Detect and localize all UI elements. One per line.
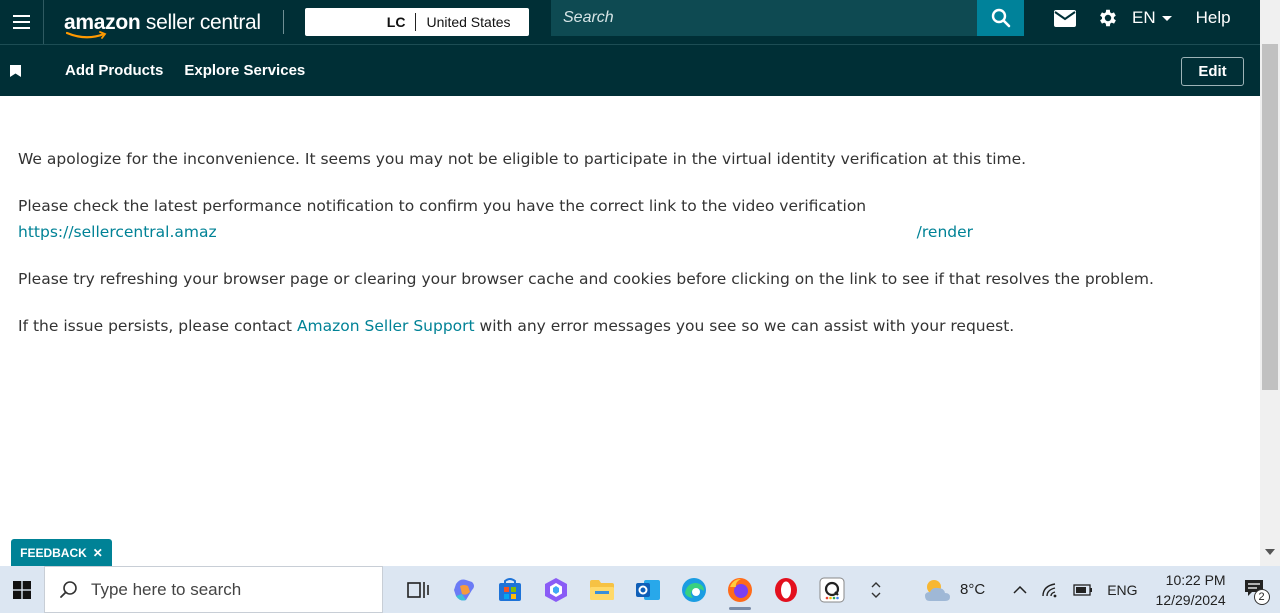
gear-icon: [1100, 9, 1116, 27]
outlook-app[interactable]: [625, 566, 671, 613]
notification-center-button[interactable]: 2: [1244, 579, 1270, 605]
settings-button[interactable]: [1096, 7, 1120, 29]
opera-icon: [775, 577, 797, 602]
edit-button[interactable]: Edit: [1181, 57, 1244, 86]
date-label: 12/29/2024: [1155, 591, 1226, 608]
scroll-down-arrow-icon[interactable]: [1265, 549, 1275, 555]
taskbar-pinned-apps: [395, 566, 855, 613]
check-notification-text: Please check the latest performance noti…: [18, 197, 867, 215]
temperature-label: 8°C: [960, 581, 986, 598]
input-language[interactable]: ENG: [1107, 582, 1137, 598]
redacted-url-section: [240, 219, 940, 245]
nav-explore-services[interactable]: Explore Services: [184, 62, 305, 79]
search-input[interactable]: [551, 0, 977, 36]
chevron-down-icon: [1161, 15, 1172, 21]
battery-button[interactable]: [1073, 583, 1093, 596]
q-app-icon: [819, 577, 845, 602]
show-hidden-icons-button[interactable]: [1013, 585, 1027, 594]
header-utilities: EN Help: [1052, 0, 1231, 36]
search-app[interactable]: [809, 566, 855, 613]
system-tray: 8°C ENG 10:22 PM 12/29/2024 2: [866, 566, 1270, 613]
nav-add-products[interactable]: Add Products: [65, 62, 163, 79]
edge-icon: [682, 577, 706, 602]
firefox-app[interactable]: [717, 566, 763, 613]
notification-count-badge: 2: [1253, 588, 1270, 605]
redacted-account-name: [305, 8, 377, 36]
main-content: We apologize for the inconvenience. It s…: [18, 146, 1248, 360]
amazon-smile-icon: [66, 30, 107, 39]
opera-app[interactable]: [763, 566, 809, 613]
verification-url-end[interactable]: /render: [917, 223, 973, 241]
logo-light-text: seller central: [140, 10, 261, 34]
header-divider: [282, 10, 284, 34]
scrollbar-thumb[interactable]: [1262, 44, 1278, 390]
start-button[interactable]: [0, 566, 44, 613]
network-button[interactable]: [1041, 582, 1059, 598]
weather-widget[interactable]: 8°C: [922, 577, 985, 603]
task-view-icon: [407, 581, 429, 598]
caret-up-icon: [1013, 585, 1027, 594]
windows-logo-icon: [13, 580, 31, 599]
mail-icon: [1054, 9, 1076, 27]
search-bar: [551, 0, 1024, 36]
taskbar-search-placeholder: Type here to search: [91, 579, 242, 599]
clock[interactable]: 10:22 PM 12/29/2024: [1156, 570, 1226, 610]
seller-central-logo[interactable]: amazon seller central: [64, 10, 261, 39]
messages-button[interactable]: [1052, 9, 1078, 27]
chevron-down-icon: [871, 592, 881, 598]
contact-text-before: If the issue persists, please contact: [18, 317, 297, 335]
outlook-icon: [636, 579, 660, 600]
partly-cloudy-icon: [925, 579, 950, 601]
seller-support-link[interactable]: Amazon Seller Support: [297, 317, 475, 335]
marketplace-label: United States: [426, 14, 511, 30]
firefox-icon: [728, 577, 752, 602]
contact-text-after: with any error messages you see so we ca…: [474, 317, 1015, 335]
taskbar-search-box[interactable]: Type here to search: [44, 566, 383, 613]
file-explorer-app[interactable]: [579, 566, 625, 613]
feedback-tab[interactable]: FEEDBACK ✕: [11, 539, 112, 566]
check-notification-message: Please check the latest performance noti…: [18, 193, 1248, 245]
windows-taskbar: Type here to search 8°C ENG 10:22 PM 12/…: [0, 566, 1280, 613]
time-label: 10:22 PM: [1165, 571, 1226, 588]
search-icon: [991, 8, 1010, 28]
battery-icon: [1073, 583, 1093, 596]
feedback-label: FEEDBACK: [20, 545, 87, 560]
search-button[interactable]: [977, 0, 1024, 36]
apology-message: We apologize for the inconvenience. It s…: [18, 150, 1027, 168]
contact-support-message: If the issue persists, please contact Am…: [18, 313, 1248, 339]
quick-nav-bar: Add Products Explore Services Edit: [0, 44, 1260, 96]
refresh-advice-message: Please try refreshing your browser page …: [18, 270, 1154, 288]
verification-url[interactable]: https://sellercentral.amaz/render: [18, 219, 973, 245]
account-code: LC: [386, 14, 406, 30]
wifi-icon: [1042, 582, 1057, 597]
language-label: EN: [1132, 8, 1156, 27]
copilot-app[interactable]: [441, 566, 487, 613]
hamburger-menu-icon[interactable]: [0, 0, 44, 44]
copilot-365-app[interactable]: [533, 566, 579, 613]
copilot-icon: [454, 579, 474, 600]
store-icon: [499, 577, 521, 601]
task-view-button[interactable]: [395, 566, 441, 613]
microsoft-store-app[interactable]: [487, 566, 533, 613]
folder-icon: [590, 579, 614, 600]
help-link[interactable]: Help: [1196, 8, 1231, 28]
bookmark-icon[interactable]: [10, 64, 21, 77]
account-switcher[interactable]: LC United States: [304, 8, 529, 36]
taskbar-overflow-button[interactable]: [866, 581, 886, 598]
hexagon-app-icon: [545, 577, 567, 602]
chevron-up-icon: [871, 581, 881, 587]
edge-app[interactable]: [671, 566, 717, 613]
verification-url-start[interactable]: https://sellercentral.amaz: [18, 223, 217, 241]
search-icon: [60, 580, 77, 598]
close-icon[interactable]: ✕: [93, 546, 103, 560]
language-selector[interactable]: EN: [1132, 8, 1172, 28]
account-divider: [415, 13, 417, 31]
